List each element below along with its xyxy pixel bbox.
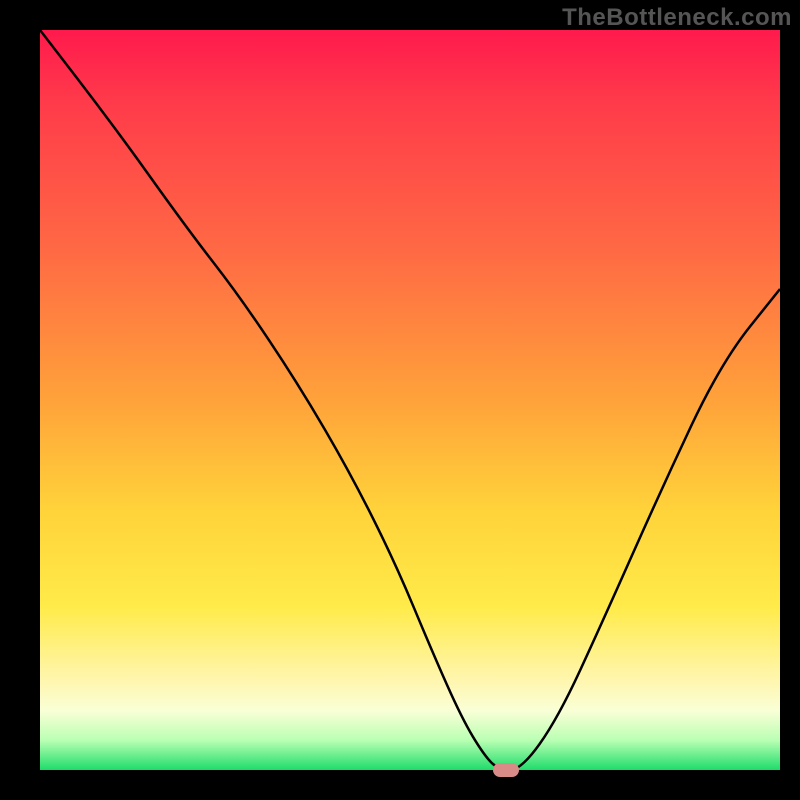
bottleneck-notch-marker	[493, 763, 519, 777]
plot-area	[40, 30, 780, 770]
curve-path	[40, 30, 780, 770]
bottleneck-curve	[40, 30, 780, 770]
watermark-text: TheBottleneck.com	[562, 4, 792, 32]
chart-frame: TheBottleneck.com	[0, 0, 800, 800]
